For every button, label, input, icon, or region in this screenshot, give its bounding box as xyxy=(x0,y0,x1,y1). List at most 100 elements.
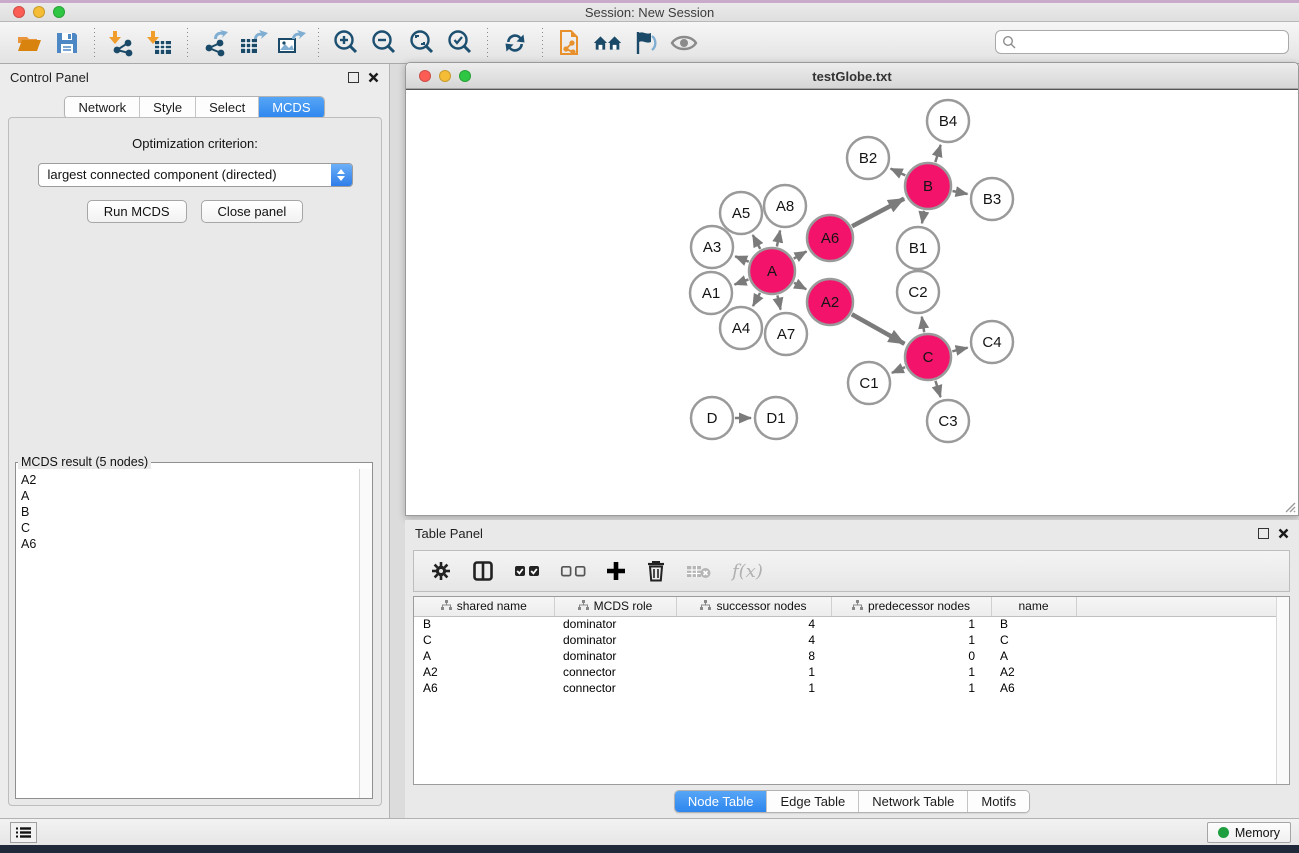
plus-icon[interactable] xyxy=(606,561,626,581)
table-row[interactable]: A2connector11A2 xyxy=(414,664,1289,680)
network-window-titlebar[interactable]: testGlobe.txt xyxy=(406,63,1298,89)
gear-icon[interactable] xyxy=(430,560,452,582)
close-panel-icon[interactable] xyxy=(368,72,379,83)
table-cell[interactable]: 4 xyxy=(676,616,831,632)
table-cell[interactable]: C xyxy=(414,632,554,648)
list-item[interactable]: B xyxy=(16,504,359,520)
task-list-button[interactable] xyxy=(10,822,37,843)
edge-B-B4[interactable] xyxy=(935,145,940,162)
tab-network[interactable]: Network xyxy=(65,97,140,118)
memory-button[interactable]: Memory xyxy=(1207,822,1291,843)
edge-A6-B[interactable] xyxy=(852,199,904,227)
list-item[interactable]: A xyxy=(16,488,359,504)
duplicate-network-icon[interactable] xyxy=(554,27,586,59)
column-header-predecessor-nodes[interactable]: predecessor nodes xyxy=(831,597,991,616)
tab-mcds[interactable]: MCDS xyxy=(259,97,323,118)
checked-boxes-icon[interactable] xyxy=(514,563,540,579)
criterion-select[interactable]: largest connected component (directed) xyxy=(38,163,353,187)
open-icon[interactable] xyxy=(13,27,45,59)
zoom-out-icon[interactable] xyxy=(368,27,400,59)
close-panel-button[interactable]: Close panel xyxy=(201,200,304,223)
trash-icon[interactable] xyxy=(646,560,666,582)
import-table-icon[interactable] xyxy=(144,27,176,59)
result-scrollbar[interactable] xyxy=(359,469,372,798)
table-cell[interactable]: connector xyxy=(554,664,676,680)
list-item[interactable]: A6 xyxy=(16,536,359,552)
edge-C-C3[interactable] xyxy=(935,381,940,397)
export-table-icon[interactable] xyxy=(237,27,269,59)
float-table-panel-icon[interactable] xyxy=(1258,528,1269,539)
unchecked-boxes-icon[interactable] xyxy=(560,563,586,579)
edge-A-A8[interactable] xyxy=(777,231,780,247)
list-item[interactable]: A2 xyxy=(16,472,359,488)
table-cell[interactable]: dominator xyxy=(554,632,676,648)
tab-select[interactable]: Select xyxy=(196,97,259,118)
table-cell[interactable]: 4 xyxy=(676,632,831,648)
split-columns-icon[interactable] xyxy=(472,560,494,582)
export-image-icon[interactable] xyxy=(275,27,307,59)
eye-icon[interactable] xyxy=(668,27,700,59)
table-row[interactable]: Adominator80A xyxy=(414,648,1289,664)
table-cell[interactable]: 8 xyxy=(676,648,831,664)
table-row[interactable]: Bdominator41B xyxy=(414,616,1289,632)
zoom-fit-icon[interactable] xyxy=(406,27,438,59)
table-cell[interactable]: 1 xyxy=(676,680,831,696)
table-cell[interactable]: dominator xyxy=(554,648,676,664)
tab-style[interactable]: Style xyxy=(140,97,196,118)
tab-network-table[interactable]: Network Table xyxy=(859,791,968,812)
edge-C-C1[interactable] xyxy=(892,367,905,373)
network-canvas[interactable]: B4B2BB3A8A5A6A3B1AC2A1A2A4A7C4CC1DD1C3 xyxy=(406,89,1298,515)
column-header-successor-nodes[interactable]: successor nodes xyxy=(676,597,831,616)
home-icon[interactable] xyxy=(592,27,624,59)
tab-node-table[interactable]: Node Table xyxy=(675,791,768,812)
edge-A-A2[interactable] xyxy=(794,283,806,289)
table-cell[interactable]: A xyxy=(991,648,1076,664)
export-network-icon[interactable] xyxy=(199,27,231,59)
float-panel-icon[interactable] xyxy=(348,72,359,83)
table-cell[interactable]: A2 xyxy=(991,664,1076,680)
resize-grip-icon[interactable] xyxy=(1282,499,1296,513)
table-row[interactable]: Cdominator41C xyxy=(414,632,1289,648)
table-cell[interactable]: 1 xyxy=(676,664,831,680)
table-cell[interactable]: A6 xyxy=(991,680,1076,696)
table-cell[interactable]: B xyxy=(414,616,554,632)
column-header-MCDS-role[interactable]: MCDS role xyxy=(554,597,676,616)
edge-A2-C[interactable] xyxy=(852,314,905,344)
edge-C-C2[interactable] xyxy=(922,317,924,333)
search-input[interactable] xyxy=(995,30,1289,54)
list-item[interactable]: C xyxy=(16,520,359,536)
edge-A-A3[interactable] xyxy=(735,256,749,261)
table-cell[interactable]: B xyxy=(991,616,1076,632)
edge-A-A6[interactable] xyxy=(794,251,807,258)
table-cell[interactable]: C xyxy=(991,632,1076,648)
zoom-in-icon[interactable] xyxy=(330,27,362,59)
tab-motifs[interactable]: Motifs xyxy=(968,791,1029,812)
table-scrollbar[interactable] xyxy=(1276,597,1289,784)
table-cell[interactable]: A2 xyxy=(414,664,554,680)
table-cell[interactable]: 1 xyxy=(831,680,991,696)
tab-edge-table[interactable]: Edge Table xyxy=(767,791,859,812)
edge-C-C4[interactable] xyxy=(952,348,967,352)
table-cell[interactable]: connector xyxy=(554,680,676,696)
table-cell[interactable]: 0 xyxy=(831,648,991,664)
edge-A-A5[interactable] xyxy=(753,235,760,249)
edge-A-A4[interactable] xyxy=(753,293,760,306)
close-table-panel-icon[interactable] xyxy=(1278,528,1289,539)
table-cell[interactable]: 1 xyxy=(831,632,991,648)
table-cell[interactable]: A xyxy=(414,648,554,664)
import-network-icon[interactable] xyxy=(106,27,138,59)
table-cell[interactable]: 1 xyxy=(831,616,991,632)
run-mcds-button[interactable]: Run MCDS xyxy=(87,200,187,223)
edge-B-B3[interactable] xyxy=(952,191,967,194)
column-header-name[interactable]: name xyxy=(991,597,1076,616)
flag-icon[interactable] xyxy=(630,27,662,59)
edge-A-A7[interactable] xyxy=(777,295,780,309)
edge-B-B1[interactable] xyxy=(922,211,924,224)
column-header-shared-name[interactable]: shared name xyxy=(414,597,554,616)
refresh-icon[interactable] xyxy=(499,27,531,59)
table-row[interactable]: A6connector11A6 xyxy=(414,680,1289,696)
save-icon[interactable] xyxy=(51,27,83,59)
edge-A-A1[interactable] xyxy=(735,279,749,284)
table-cell[interactable]: A6 xyxy=(414,680,554,696)
table-cell[interactable]: 1 xyxy=(831,664,991,680)
